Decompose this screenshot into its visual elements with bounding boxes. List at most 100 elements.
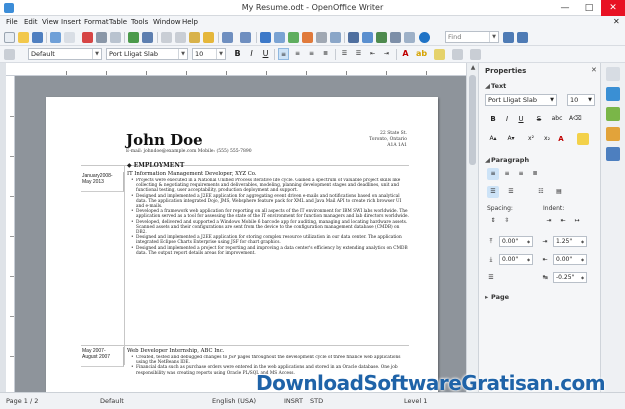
status-std[interactable]: STD bbox=[310, 397, 323, 405]
spacing-below-input[interactable]: 0.00" ◆ bbox=[499, 254, 533, 265]
decrease-spacing-icon[interactable]: ⇳ bbox=[501, 215, 513, 227]
increase-indent-icon[interactable]: ⇥ bbox=[381, 48, 392, 60]
decrease-indent-icon[interactable]: ⇤ bbox=[557, 215, 569, 227]
sidebar-strikethrough-icon[interactable]: S bbox=[533, 113, 545, 125]
sidebar-shrink-font-icon[interactable]: A▾ bbox=[505, 133, 517, 145]
highlight-icon[interactable]: ab bbox=[416, 48, 427, 60]
menu-file[interactable]: File bbox=[6, 18, 18, 26]
bold-icon[interactable]: B bbox=[232, 48, 243, 60]
spacing-above-input[interactable]: 0.00" ◆ bbox=[499, 236, 533, 247]
resume-name[interactable]: John Doe bbox=[126, 131, 252, 149]
status-insert[interactable]: INSRT bbox=[284, 397, 303, 405]
vertical-ruler[interactable] bbox=[6, 76, 15, 392]
close-button[interactable]: ✕ bbox=[601, 0, 625, 16]
navigator-deck-icon[interactable] bbox=[606, 147, 620, 161]
address-line-1[interactable]: 22 State St. bbox=[337, 131, 407, 136]
spin-icon[interactable]: ◆ bbox=[579, 237, 586, 246]
print-icon[interactable] bbox=[96, 32, 107, 43]
sidebar-grow-font-icon[interactable]: A▴ bbox=[487, 133, 499, 145]
hanging-indent-icon[interactable]: ↦ bbox=[571, 215, 583, 227]
section-heading[interactable]: ◆ EMPLOYMENT bbox=[127, 162, 184, 169]
print-preview-icon[interactable] bbox=[110, 32, 121, 43]
edit-file-icon[interactable] bbox=[64, 32, 75, 43]
save-icon[interactable] bbox=[32, 32, 43, 43]
sidebar-subscript-icon[interactable]: x₂ bbox=[541, 133, 553, 145]
find-next-icon[interactable] bbox=[517, 32, 528, 43]
status-page[interactable]: Page 1 / 2 bbox=[6, 397, 38, 405]
email-icon[interactable] bbox=[50, 32, 61, 43]
spin-icon[interactable]: ◆ bbox=[579, 273, 586, 282]
sidebar-shadow-icon[interactable]: abc bbox=[551, 113, 563, 125]
sidebar-align-left-icon[interactable]: ≡ bbox=[487, 168, 499, 180]
paragraph-style-select[interactable]: Default ▼ bbox=[28, 48, 102, 60]
gallery-icon[interactable] bbox=[376, 32, 387, 43]
chevron-down-icon[interactable]: ▼ bbox=[548, 95, 556, 105]
sidebar-highlight-icon[interactable] bbox=[577, 133, 589, 145]
export-pdf-icon[interactable] bbox=[82, 32, 93, 43]
justify-icon[interactable]: ≣ bbox=[320, 48, 331, 60]
status-style[interactable]: Default bbox=[100, 397, 124, 405]
italic-icon[interactable]: I bbox=[246, 48, 257, 60]
sidebar-justify-icon[interactable]: ≣ bbox=[529, 168, 541, 180]
image-icon[interactable] bbox=[288, 32, 299, 43]
align-center-icon[interactable]: ≡ bbox=[292, 48, 303, 60]
menu-table[interactable]: Table bbox=[109, 18, 127, 26]
chevron-down-icon[interactable]: ▼ bbox=[178, 49, 187, 59]
sidebar-bold-icon[interactable]: B bbox=[487, 113, 499, 125]
close-document-icon[interactable]: ✕ bbox=[613, 17, 620, 26]
sidebar-italic-icon[interactable]: I bbox=[501, 113, 513, 125]
help-icon[interactable] bbox=[419, 32, 430, 43]
spin-icon[interactable]: ◆ bbox=[525, 237, 532, 246]
gallery-deck-icon[interactable] bbox=[606, 127, 620, 141]
sidebar-font-select[interactable]: Port Lligat Slab ▼ bbox=[485, 94, 557, 106]
menu-tools[interactable]: Tools bbox=[131, 18, 148, 26]
redo-icon[interactable] bbox=[240, 32, 251, 43]
font-color-icon[interactable]: A bbox=[400, 48, 411, 60]
menu-insert[interactable]: Insert bbox=[61, 18, 81, 26]
menu-edit[interactable]: Edit bbox=[24, 18, 38, 26]
sidebar-paragraph-bg-icon[interactable]: ▤ bbox=[553, 186, 565, 198]
menu-view[interactable]: View bbox=[42, 18, 59, 26]
table-icon[interactable] bbox=[274, 32, 285, 43]
find-replace-icon[interactable] bbox=[348, 32, 359, 43]
sidebar-underline-icon[interactable]: U bbox=[515, 113, 527, 125]
sidebar-line-spacing-icon[interactable]: ☷ bbox=[535, 186, 547, 198]
menu-help[interactable]: Help bbox=[182, 18, 198, 26]
spellcheck-icon[interactable] bbox=[128, 32, 139, 43]
special-character-icon[interactable] bbox=[316, 32, 327, 43]
sidebar-superscript-icon[interactable]: x² bbox=[525, 133, 537, 145]
line-spacing-icon[interactable]: ☰ bbox=[485, 272, 497, 284]
chevron-down-icon[interactable]: ▼ bbox=[92, 49, 101, 59]
sidebar-numbering-icon[interactable]: ☰ bbox=[505, 186, 517, 198]
chevron-down-icon[interactable]: ▼ bbox=[489, 32, 498, 42]
sidebar-close-icon[interactable]: ✕ bbox=[591, 66, 597, 74]
align-left-icon[interactable]: ≡ bbox=[278, 48, 289, 60]
indent-after-input[interactable]: 0.00" ◆ bbox=[553, 254, 587, 265]
numbering-icon[interactable]: ☰ bbox=[339, 48, 350, 60]
hyperlink-icon[interactable] bbox=[260, 32, 271, 43]
chart-icon[interactable] bbox=[302, 32, 313, 43]
status-language[interactable]: English (USA) bbox=[212, 397, 256, 405]
clone-formatting-icon[interactable] bbox=[203, 32, 214, 43]
job-title[interactable]: IT Information Management Developer, XYZ… bbox=[127, 171, 257, 177]
menu-window[interactable]: Window bbox=[153, 18, 181, 26]
find-previous-icon[interactable] bbox=[503, 32, 514, 43]
decrease-indent-icon[interactable]: ⇤ bbox=[367, 48, 378, 60]
chevron-down-icon[interactable]: ▼ bbox=[586, 95, 594, 105]
chevron-down-icon[interactable]: ▼ bbox=[216, 49, 225, 59]
job-bullets[interactable]: Projects were executed in a National Uni… bbox=[131, 178, 409, 343]
font-name-select[interactable]: Port Lligat Slab ▼ bbox=[106, 48, 188, 60]
vertical-scrollbar[interactable]: ▲ ▼ bbox=[466, 63, 478, 392]
horizontal-ruler[interactable] bbox=[6, 63, 466, 76]
sidebar-align-right-icon[interactable]: ≡ bbox=[515, 168, 527, 180]
sidebar-align-center-icon[interactable]: ≡ bbox=[501, 168, 513, 180]
styles-deck-icon[interactable] bbox=[606, 107, 620, 121]
autospell-icon[interactable] bbox=[142, 32, 153, 43]
increase-indent-icon[interactable]: ⇥ bbox=[543, 215, 555, 227]
background-color-icon[interactable] bbox=[434, 49, 445, 60]
paragraph-section-header[interactable]: ◢Paragraph bbox=[485, 156, 529, 164]
styles-icon[interactable] bbox=[4, 49, 15, 60]
draw-functions-icon[interactable] bbox=[330, 32, 341, 43]
align-right-icon[interactable]: ≡ bbox=[306, 48, 317, 60]
resume-contact[interactable]: E-mail: johndoe@example.com Mobile: (555… bbox=[126, 149, 252, 154]
